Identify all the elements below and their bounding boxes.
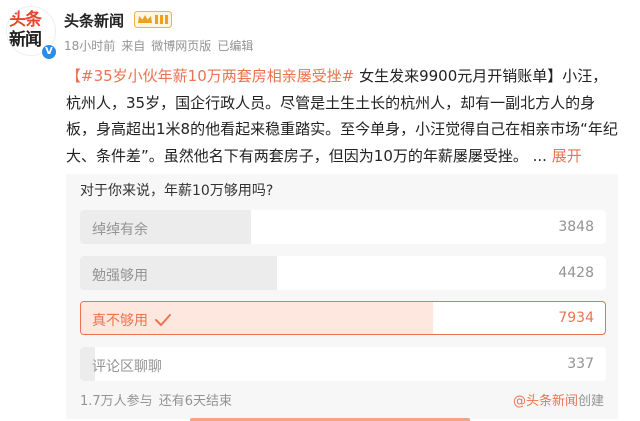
poll-option[interactable]: 勉强够用 4428 bbox=[80, 256, 606, 290]
poll-creator: @头条新闻创建 bbox=[513, 390, 604, 409]
post-meta: 18小时前 来自 微博网页版 已编辑 bbox=[64, 37, 259, 54]
poll-participants: 1.7万人参与 bbox=[80, 394, 153, 409]
poll-option-label-text: 真不够用 bbox=[92, 313, 148, 329]
author-name[interactable]: 头条新闻 bbox=[64, 10, 124, 31]
post-source[interactable]: 微博网页版 bbox=[151, 39, 211, 53]
poll-option-label: 真不够用 bbox=[92, 310, 172, 330]
creator-mention[interactable]: @头条新闻 bbox=[513, 394, 578, 409]
poll-option-selected[interactable]: 真不够用 7934 bbox=[80, 301, 606, 335]
poll-option[interactable]: 绰绰有余 3848 bbox=[80, 210, 606, 244]
logo-line-1: 头条 bbox=[9, 10, 42, 30]
poll-option-count: 3848 bbox=[558, 219, 594, 235]
poll-option-label: 绰绰有余 bbox=[92, 222, 148, 238]
poll-option-count: 4428 bbox=[558, 265, 594, 281]
poll-footer: 1.7万人参与 还有6天结束 bbox=[80, 390, 238, 409]
checkmark-icon bbox=[155, 314, 171, 326]
post-text: 【#35岁小伙年薪10万两套房相亲屡受挫# 女生发来9900元月开销账单】小汪，… bbox=[66, 63, 618, 169]
topic-link[interactable]: 【#35岁小伙年薪10万两套房相亲屡受挫# bbox=[66, 67, 354, 85]
poll-remaining: 还有6天结束 bbox=[158, 394, 232, 409]
source-prefix: 来自 bbox=[121, 39, 146, 53]
poll-option-label: 评论区聊聊 bbox=[92, 359, 162, 375]
verified-icon: V bbox=[41, 44, 57, 60]
creator-suffix: 创建 bbox=[577, 394, 604, 409]
crown-vip-icon[interactable] bbox=[134, 11, 172, 28]
poll-option-count: 7934 bbox=[558, 310, 594, 326]
poll-question: 对于你来说，年薪10万够用吗? bbox=[80, 183, 274, 199]
expand-link[interactable]: 展开 bbox=[552, 147, 582, 165]
poll-card: 对于你来说，年薪10万够用吗? 绰绰有余 3848 勉强够用 4428 真不够用… bbox=[66, 174, 618, 419]
poll-option-label: 勉强够用 bbox=[92, 268, 148, 284]
edited-label[interactable]: 已编辑 bbox=[217, 39, 253, 53]
poll-option[interactable]: 评论区聊聊 337 bbox=[80, 347, 606, 381]
post-time[interactable]: 18小时前 bbox=[64, 39, 115, 53]
poll-option-count: 337 bbox=[567, 356, 594, 372]
